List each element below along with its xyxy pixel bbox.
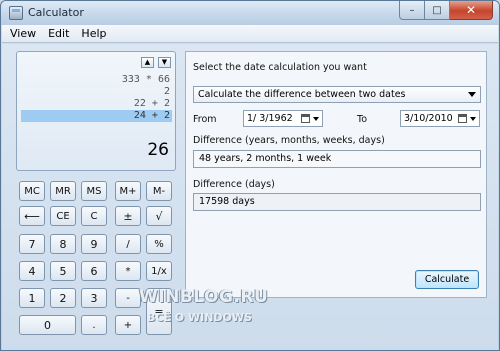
digit-5-button[interactable]: 5	[50, 261, 76, 281]
mc-button[interactable]: MC	[19, 181, 45, 201]
calculator-window: Calculator – □ ✕ View Edit Help ▲ ▼ 333 …	[0, 0, 500, 351]
calendar-icon	[301, 114, 310, 123]
clear-button[interactable]: C	[81, 206, 107, 226]
calculate-button[interactable]: Calculate	[415, 270, 479, 289]
menu-view[interactable]: View	[10, 27, 36, 40]
difference-label: Difference (years, months, weeks, days)	[193, 135, 385, 146]
menu-edit[interactable]: Edit	[48, 27, 69, 40]
history-down-button[interactable]: ▼	[158, 57, 171, 68]
chevron-down-icon	[468, 92, 476, 97]
multiply-button[interactable]: *	[115, 261, 141, 281]
m-plus-button[interactable]: M+	[115, 181, 141, 201]
history-item[interactable]: 22 + 2	[21, 98, 172, 110]
close-button[interactable]: ✕	[450, 1, 493, 20]
date-calc-mode-value: Calculate the difference between two dat…	[198, 89, 406, 100]
digit-0-button[interactable]: 0	[19, 315, 76, 335]
digit-2-button[interactable]: 2	[50, 288, 76, 308]
calendar-icon	[458, 114, 467, 123]
chevron-down-icon	[470, 117, 476, 121]
result-display: 26	[147, 140, 169, 160]
date-calculation-panel: Select the date calculation you want Cal…	[185, 51, 487, 298]
digit-8-button[interactable]: 8	[50, 234, 76, 254]
title-bar[interactable]: Calculator – □ ✕	[1, 1, 499, 25]
maximize-button[interactable]: □	[425, 1, 450, 20]
ms-button[interactable]: MS	[81, 181, 107, 201]
history-item[interactable]: 333 * 66	[21, 74, 172, 86]
m-minus-button[interactable]: M-	[146, 181, 172, 201]
from-date-picker[interactable]: 1/ 3/1962	[243, 110, 323, 127]
digit-6-button[interactable]: 6	[81, 261, 107, 281]
calculator-body: ▲ ▼ 333 * 66 2 22 + 2 24 + 2 26 MC MR MS…	[2, 44, 498, 350]
menu-bar: View Edit Help	[2, 25, 498, 43]
window-controls: – □ ✕	[399, 1, 493, 20]
window-title: Calculator	[28, 6, 84, 19]
to-date-picker[interactable]: 3/10/2010	[400, 110, 480, 127]
history-item[interactable]: 2	[21, 86, 172, 98]
digit-3-button[interactable]: 3	[81, 288, 107, 308]
equals-button[interactable]: =	[146, 288, 172, 335]
history-up-button[interactable]: ▲	[141, 57, 154, 68]
to-label: To	[357, 114, 368, 125]
minimize-button[interactable]: –	[399, 1, 425, 20]
difference-output[interactable]: 48 years, 2 months, 1 week	[193, 150, 481, 168]
from-date-value: 1/ 3/1962	[247, 113, 293, 124]
plus-minus-button[interactable]: ±	[115, 206, 141, 226]
minus-button[interactable]: -	[115, 288, 141, 308]
to-date-value: 3/10/2010	[404, 113, 453, 124]
menu-help[interactable]: Help	[81, 27, 106, 40]
date-calc-mode-select[interactable]: Calculate the difference between two dat…	[193, 86, 481, 103]
digit-9-button[interactable]: 9	[81, 234, 107, 254]
history-list: 333 * 66 2 22 + 2 24 + 2	[21, 74, 172, 122]
digit-1-button[interactable]: 1	[19, 288, 45, 308]
date-calc-prompt: Select the date calculation you want	[193, 62, 367, 73]
display-panel: ▲ ▼ 333 * 66 2 22 + 2 24 + 2 26	[16, 51, 176, 171]
divide-button[interactable]: /	[115, 234, 141, 254]
history-item-selected[interactable]: 24 + 2	[21, 110, 172, 122]
digit-7-button[interactable]: 7	[19, 234, 45, 254]
backspace-button[interactable]: ⟵	[19, 206, 45, 226]
ce-button[interactable]: CE	[50, 206, 76, 226]
difference-days-label: Difference (days)	[193, 179, 275, 190]
decimal-button[interactable]: .	[81, 315, 107, 335]
reciprocal-button[interactable]: 1/x	[146, 261, 172, 281]
from-label: From	[193, 114, 217, 125]
calculator-icon	[9, 6, 23, 20]
difference-days-output[interactable]: 17598 days	[193, 193, 481, 211]
plus-button[interactable]: +	[115, 315, 141, 335]
mr-button[interactable]: MR	[50, 181, 76, 201]
chevron-down-icon	[313, 117, 319, 121]
square-root-button[interactable]: √	[146, 206, 172, 226]
digit-4-button[interactable]: 4	[19, 261, 45, 281]
percent-button[interactable]: %	[146, 234, 172, 254]
